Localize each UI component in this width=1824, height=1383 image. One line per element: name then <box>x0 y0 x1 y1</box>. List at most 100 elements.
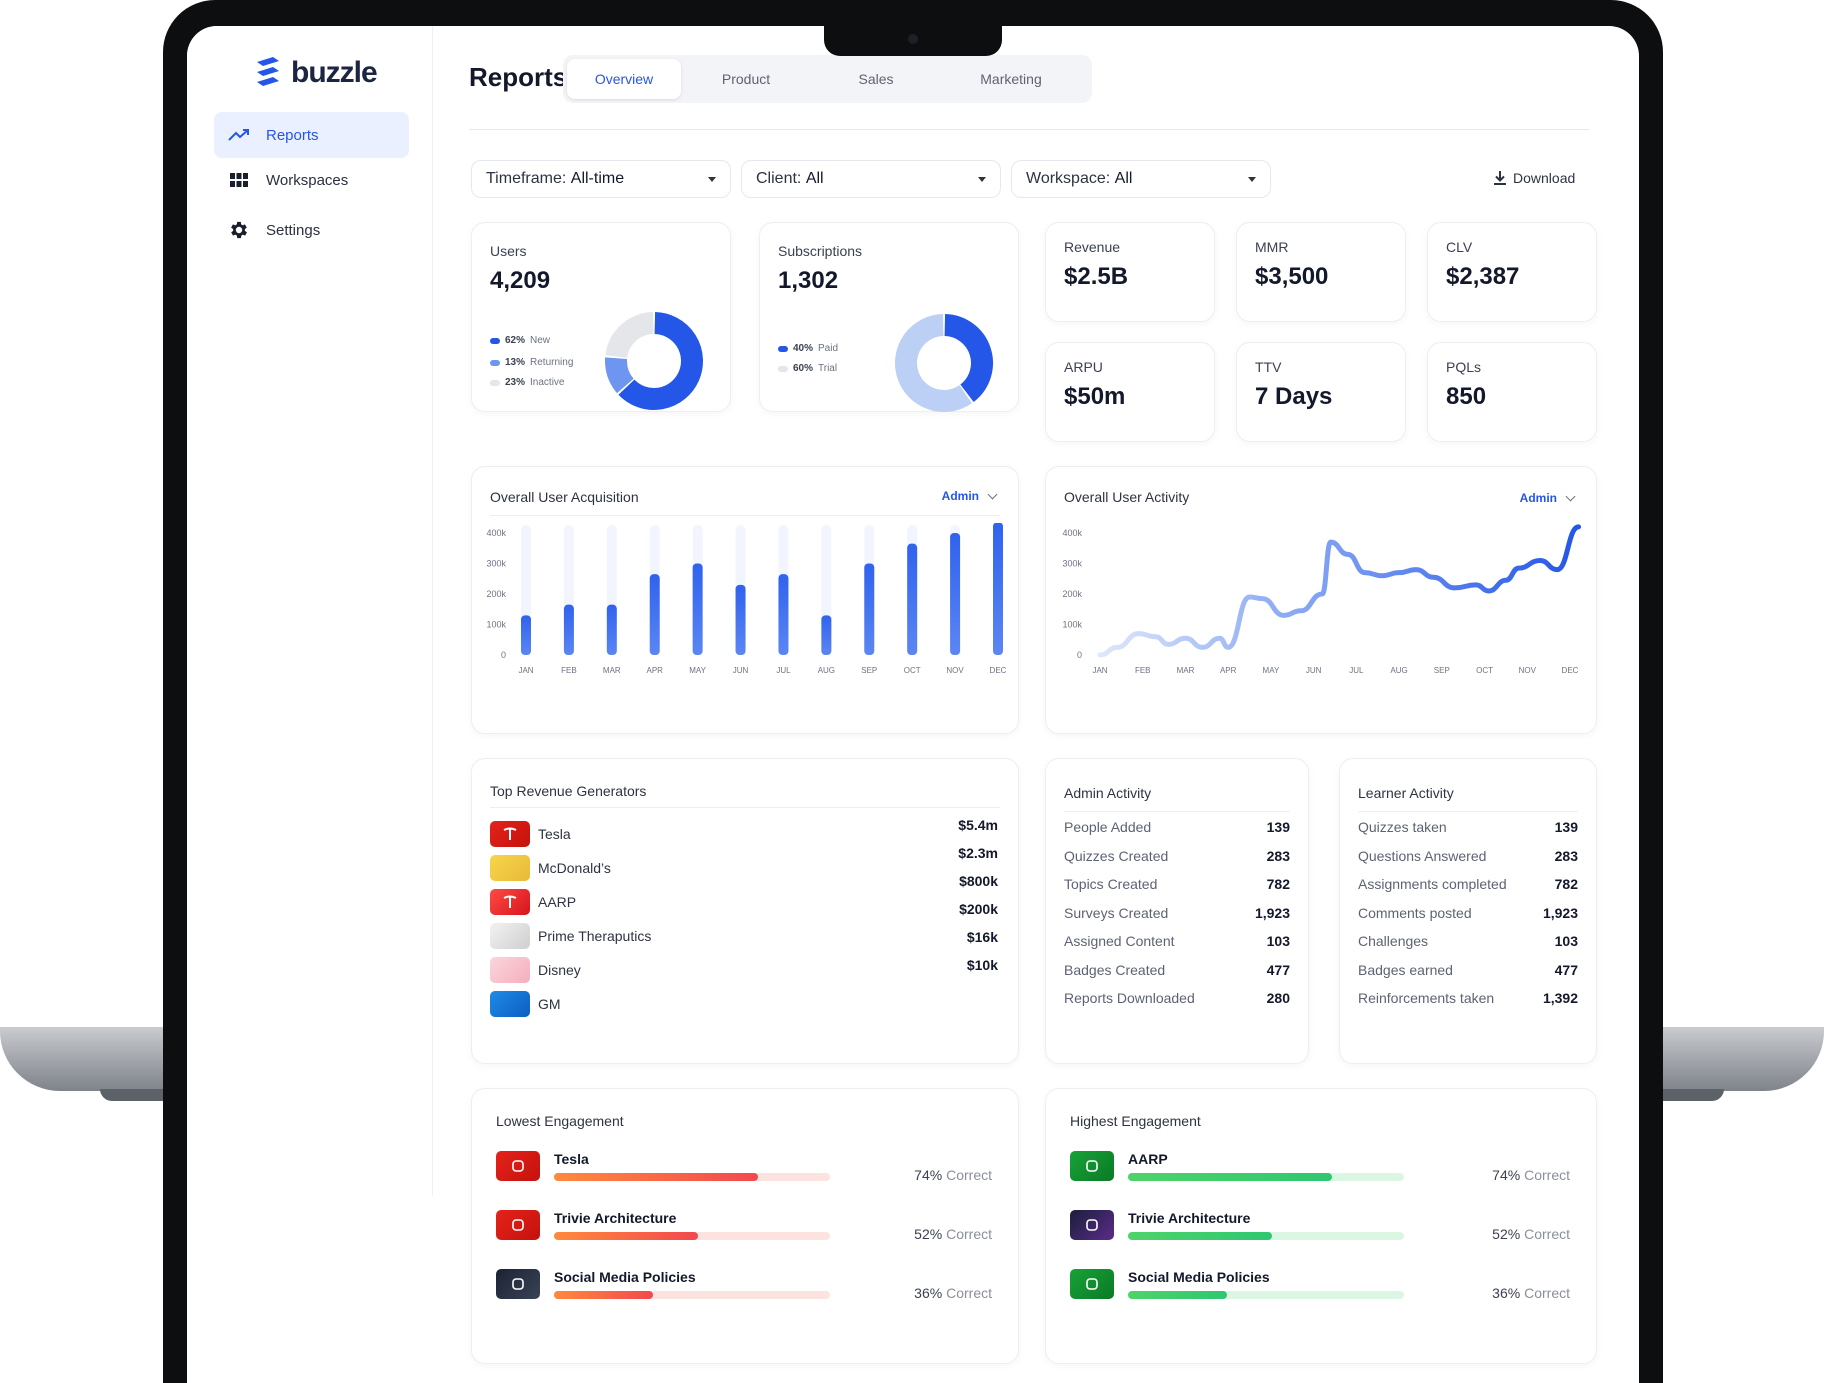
sidebar-item-settings[interactable]: Settings <box>214 207 409 253</box>
y-tick-label: 400k <box>486 528 506 538</box>
bar-sep[interactable] <box>864 563 875 656</box>
activity-value: 1,392 <box>1542 990 1578 1006</box>
engagement-progress-fill <box>1128 1232 1272 1240</box>
activity-row: Badges earned 477 <box>1358 962 1578 978</box>
acquisition-bar-chart: 0 100k 200k 300k 400k JAN FEB MAR APR MAY JUN JUL AU… <box>486 523 1007 675</box>
lowest-engagement-card: Lowest Engagement Tesla 74% Correct Trivie… <box>471 1088 1019 1364</box>
engagement-row[interactable]: Trivie Architecture 52% Correct <box>1070 1210 1570 1250</box>
legend-item: 13% Returning <box>490 357 573 368</box>
kpi-value: $2.5B <box>1064 263 1129 290</box>
download-button[interactable]: Download <box>1493 170 1575 186</box>
bar-dec[interactable] <box>993 523 1003 655</box>
role-selector[interactable]: Admin <box>942 489 998 503</box>
bar-jun[interactable] <box>735 584 746 655</box>
engagement-progress-fill <box>554 1232 698 1240</box>
bar-nov[interactable] <box>950 533 961 655</box>
revenue-row[interactable]: GM <box>490 991 561 1017</box>
legend-swatch <box>778 365 788 372</box>
revenue-row[interactable]: McDonald’s <box>490 855 611 881</box>
revenue-row[interactable]: Disney <box>490 957 581 983</box>
kpi-value: 850 <box>1446 383 1487 410</box>
y-tick-label: 0 <box>1077 650 1082 660</box>
workspace-select[interactable]: Workspace: All <box>1011 160 1271 198</box>
activity-row: Reports Downloaded 280 <box>1064 990 1290 1006</box>
kpi-tile-ttv: TTV 7 Days <box>1236 342 1406 442</box>
card-title: Admin Activity <box>1064 785 1152 801</box>
sidebar-item-label: Reports <box>266 126 319 144</box>
brand-name: buzzle <box>291 56 378 89</box>
activity-label: Quizzes taken <box>1358 819 1447 835</box>
activity-row: Topics Created 782 <box>1064 876 1290 892</box>
bar-feb[interactable] <box>563 604 574 655</box>
bar-may[interactable] <box>692 563 703 656</box>
engagement-percent: 52% Correct <box>1492 1226 1570 1242</box>
x-tick-label: MAR <box>603 666 621 675</box>
engagement-row[interactable]: AARP 74% Correct <box>1070 1151 1570 1191</box>
activity-series-line[interactable] <box>1097 524 1582 658</box>
kpi-label: MMR <box>1255 239 1289 255</box>
tab-overview[interactable]: Overview <box>567 59 681 99</box>
page-title: Reports <box>469 62 568 92</box>
bar-jul[interactable] <box>778 574 789 655</box>
chart-title: Overall User Acquisition <box>490 489 639 505</box>
brand-logo[interactable]: buzzle <box>253 56 378 90</box>
disney-logo-icon <box>490 957 530 983</box>
camera-notch <box>824 26 1002 56</box>
tesla-logo-icon <box>490 821 530 847</box>
x-tick-label: AUG <box>818 666 835 675</box>
x-tick-label: SEP <box>861 666 877 675</box>
legend-pct: 13% <box>505 357 526 368</box>
legend-label: Returning <box>530 357 574 368</box>
engagement-suffix: Correct <box>946 1226 992 1242</box>
activity-row: Reinforcements taken 1,392 <box>1358 990 1578 1006</box>
role-selector[interactable]: Admin <box>1520 491 1576 505</box>
engagement-row[interactable]: Trivie Architecture 52% Correct <box>496 1210 992 1250</box>
bar-apr[interactable] <box>649 574 660 655</box>
revenue-row[interactable]: Prime Theraputics <box>490 923 651 949</box>
learner-activity-card: Learner Activity Quizzes taken 139 Questio… <box>1339 758 1597 1064</box>
activity-value: 283 <box>1266 847 1290 864</box>
y-tick-label: 100k <box>486 620 506 630</box>
bar-oct[interactable] <box>907 543 918 655</box>
kpi-label: Revenue <box>1064 239 1121 255</box>
engagement-percent: 36% Correct <box>1492 1285 1570 1301</box>
bar-mar[interactable] <box>606 604 617 655</box>
legend-pct: 23% <box>505 377 526 388</box>
y-tick-label: 200k <box>1062 589 1082 599</box>
legend-item: 62% New <box>490 335 550 346</box>
users-label: Users <box>490 243 527 259</box>
revenue-name: McDonald’s <box>538 860 611 876</box>
kpi-tile-clv: CLV $2,387 <box>1427 222 1597 322</box>
users-value: 4,209 <box>490 267 551 294</box>
engagement-percent: 74% Correct <box>1492 1167 1570 1183</box>
kpi-value: 7 Days <box>1255 383 1333 410</box>
card-title: Top Revenue Generators <box>490 783 647 799</box>
header-divider <box>469 129 1589 130</box>
aarp-logo-icon <box>1070 1151 1114 1181</box>
tab-sales[interactable]: Sales <box>811 59 941 99</box>
legend-swatch <box>490 359 500 366</box>
kpi-label: ARPU <box>1064 359 1103 375</box>
engagement-progress-track <box>554 1291 830 1299</box>
activity-row: Quizzes taken 139 <box>1358 819 1578 835</box>
timeframe-select[interactable]: Timeframe: All-time <box>471 160 731 198</box>
engagement-row[interactable]: Tesla 74% Correct <box>496 1151 992 1191</box>
activity-label: Badges earned <box>1358 961 1453 978</box>
user-activity-card: Overall User Activity Admin 0 100k 200k 300… <box>1045 466 1597 734</box>
tab-marketing[interactable]: Marketing <box>941 59 1081 99</box>
filter-value: All-time <box>570 170 625 187</box>
revenue-row[interactable]: Tesla <box>490 821 571 847</box>
engagement-pct-value: 74% <box>914 1167 943 1183</box>
sidebar-item-workspaces[interactable]: Workspaces <box>214 157 409 203</box>
engagement-row[interactable]: Social Media Policies 36% Correct <box>1070 1269 1570 1309</box>
bar-aug[interactable] <box>821 615 832 655</box>
engagement-row[interactable]: Social Media Policies 36% Correct <box>496 1269 992 1309</box>
sidebar-item-reports[interactable]: Reports <box>214 112 409 158</box>
client-select[interactable]: Client: All <box>741 160 1001 198</box>
y-tick-label: 300k <box>486 559 506 569</box>
kpi-label: PQLs <box>1446 359 1482 375</box>
y-tick-label: 100k <box>1062 620 1082 630</box>
bar-jan[interactable] <box>521 615 531 655</box>
revenue-row[interactable]: AARP <box>490 889 576 915</box>
tab-product[interactable]: Product <box>681 59 811 99</box>
